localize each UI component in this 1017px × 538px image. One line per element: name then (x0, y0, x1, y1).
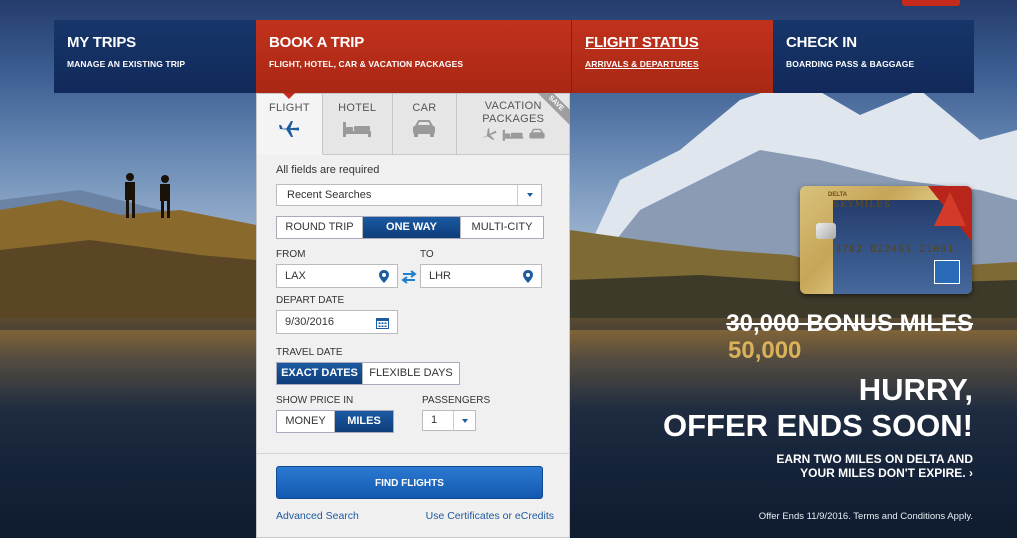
recent-searches-select[interactable]: Recent Searches (276, 184, 542, 206)
card-chip (816, 223, 836, 239)
old-miles-text: 30,000 BONUS MILES (726, 310, 973, 337)
recent-searches-label: Recent Searches (287, 189, 372, 201)
tab-car[interactable]: CAR (393, 94, 458, 154)
tab-label: HOTEL (338, 102, 377, 114)
flight-search-form: All fields are required Recent Searches … (257, 155, 569, 433)
to-label: TO (420, 249, 434, 260)
location-pin-icon (379, 270, 389, 283)
tab-label: FLIGHT (268, 102, 310, 114)
bed-icon (502, 129, 524, 141)
nav-subtitle: BOARDING PASS & BAGGAGE (786, 59, 915, 69)
price-miles[interactable]: MILES (335, 411, 393, 432)
login-button[interactable] (902, 0, 960, 6)
car-icon (529, 128, 545, 139)
advanced-search-link[interactable]: Advanced Search (276, 510, 359, 522)
from-value: LAX (285, 270, 306, 282)
save-badge: SAVE (538, 93, 571, 125)
passengers-label: PASSENGERS (422, 395, 491, 406)
location-pin-icon (523, 270, 533, 283)
price-toggle: MONEY MILES (276, 410, 394, 433)
main-nav: MY TRIPS MANAGE AN EXISTING TRIP BOOK A … (54, 20, 974, 93)
airplane-icon (279, 121, 300, 137)
trip-type-one-way[interactable]: ONE WAY (363, 217, 461, 238)
from-label: FROM (276, 249, 306, 260)
airplane-icon (482, 128, 497, 140)
bed-icon (343, 122, 372, 137)
tab-flight[interactable]: FLIGHT (257, 93, 323, 155)
price-money[interactable]: MONEY (277, 411, 335, 432)
nav-subtitle: ARRIVALS & DEPARTURES (585, 59, 699, 69)
hurry-line-2: OFFER ENDS SOON! (662, 408, 973, 443)
tab-label: CAR (412, 102, 437, 114)
promo-earn-link[interactable]: EARN TWO MILES ON DELTA AND YOUR MILES D… (776, 452, 973, 480)
active-tab-caret (283, 93, 295, 99)
form-divider (257, 453, 569, 454)
depart-date-value: 9/30/2016 (285, 316, 334, 328)
swap-arrows-icon[interactable] (401, 270, 417, 284)
tab-label: VACATION PACKAGES (482, 100, 545, 125)
certificates-link[interactable]: Use Certificates or eCredits (426, 510, 554, 522)
required-note: All fields are required (276, 164, 380, 176)
to-value: LHR (429, 270, 452, 282)
trip-type-toggle: ROUND TRIP ONE WAY MULTI-CITY (276, 216, 544, 239)
calendar-icon[interactable] (376, 317, 389, 329)
earn-line-2: YOUR MILES DON'T EXPIRE. (800, 466, 966, 480)
nav-check-in[interactable]: CHECK IN BOARDING PASS & BAGGAGE (773, 20, 974, 93)
nav-title: MY TRIPS (67, 34, 136, 51)
nav-subtitle: FLIGHT, HOTEL, CAR & VACATION PACKAGES (269, 59, 464, 69)
credit-card-image[interactable]: DELTA SKYMILES 3782 822463 21001 (800, 186, 972, 294)
from-field[interactable]: LAX (276, 264, 398, 288)
car-icon (413, 120, 436, 137)
booking-tabs: FLIGHT HOTEL CAR VACATION PACKAGES SAVE (257, 93, 571, 155)
promo-old-miles: 30,000 BONUS MILES (726, 310, 973, 338)
nav-title: CHECK IN (786, 34, 857, 51)
utility-bar (817, 0, 1017, 8)
save-badge-label: SAVE (538, 93, 571, 125)
booking-panel: FLIGHT HOTEL CAR VACATION PACKAGES SAVE … (256, 93, 571, 538)
card-number: 3782 822463 21001 (835, 244, 955, 255)
card-brand: DELTA (828, 192, 848, 198)
depart-date-label: DEPART DATE (276, 295, 345, 306)
nav-subtitle: MANAGE AN EXISTING TRIP (67, 59, 186, 69)
hurry-line-1: HURRY, (858, 372, 973, 407)
nav-title: BOOK A TRIP (269, 34, 365, 51)
trip-type-multi-city[interactable]: MULTI-CITY (461, 217, 543, 238)
passengers-select[interactable]: 1 (422, 410, 476, 431)
nav-flight-status[interactable]: FLIGHT STATUS ARRIVALS & DEPARTURES (571, 20, 773, 93)
tab-hotel[interactable]: HOTEL (323, 94, 393, 154)
travel-date-label: TRAVEL DATE (276, 347, 343, 358)
nav-book-a-trip[interactable]: BOOK A TRIP FLIGHT, HOTEL, CAR & VACATIO… (256, 20, 571, 93)
promo-new-miles: 50,000 (728, 337, 802, 364)
nav-title: FLIGHT STATUS (585, 34, 699, 51)
tab-vacation-packages[interactable]: VACATION PACKAGES SAVE (457, 93, 571, 154)
show-price-label: SHOW PRICE IN (276, 395, 354, 406)
to-field[interactable]: LHR (420, 264, 542, 288)
earn-line-1: EARN TWO MILES ON DELTA AND (776, 452, 973, 466)
travel-date-flexible[interactable]: FLEXIBLE DAYS (363, 363, 459, 384)
find-flights-button[interactable]: FIND FLIGHTS (276, 466, 543, 499)
amex-logo-icon (934, 260, 960, 284)
travel-date-toggle: EXACT DATES FLEXIBLE DAYS (276, 362, 460, 385)
hikers-silhouette (125, 173, 170, 218)
promo-fine-print[interactable]: Offer Ends 11/9/2016. Terms and Conditio… (759, 511, 973, 522)
trip-type-round-trip[interactable]: ROUND TRIP (277, 217, 363, 238)
passengers-value: 1 (431, 414, 438, 426)
chevron-down-icon (517, 185, 541, 205)
delta-widget-icon (928, 186, 972, 242)
nav-my-trips[interactable]: MY TRIPS MANAGE AN EXISTING TRIP (54, 20, 256, 93)
chevron-right-icon: › (969, 466, 973, 480)
chevron-down-icon (453, 411, 475, 430)
travel-date-exact[interactable]: EXACT DATES (277, 363, 363, 384)
depart-date-field[interactable]: 9/30/2016 (276, 310, 398, 334)
promo-headline: HURRY, OFFER ENDS SOON! (663, 372, 973, 444)
